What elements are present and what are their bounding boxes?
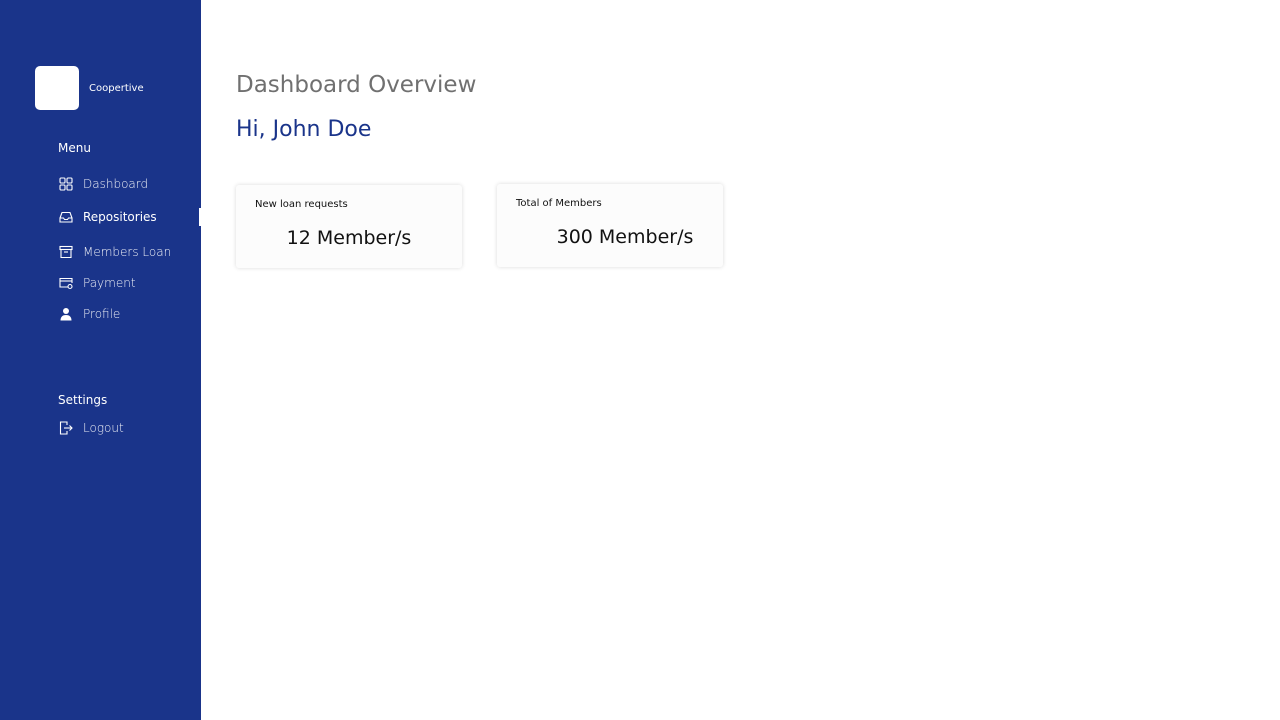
grid-icon <box>58 176 74 192</box>
greeting: Hi, John Doe <box>236 117 372 142</box>
sidebar-item-label: Profile <box>83 307 121 321</box>
card-value: 300 Member/s <box>556 226 694 248</box>
page-title: Dashboard Overview <box>236 72 477 98</box>
stat-card-loan-requests[interactable]: New loan requests 12 Member/s <box>236 185 462 268</box>
sidebar-item-label: Dashboard <box>83 177 149 191</box>
settings-section-title: Settings <box>58 393 108 407</box>
sidebar-item-label: Repositories <box>83 210 157 224</box>
user-icon <box>58 306 74 322</box>
inbox-icon <box>58 209 74 225</box>
sidebar-item-repositories[interactable]: Repositories <box>58 209 157 225</box>
sidebar-item-payment[interactable]: Payment <box>58 275 136 291</box>
sidebar-item-logout[interactable]: Logout <box>58 420 124 436</box>
sidebar-item-label: Members Loan <box>83 245 172 259</box>
sidebar-item-members-loan[interactable]: Members Loan <box>58 244 171 260</box>
sidebar-item-label: Logout <box>83 421 124 435</box>
sidebar: Coopertive Menu Dashboard Repositories M… <box>0 0 202 720</box>
archive-icon <box>58 244 74 260</box>
card-title: Total of Members <box>516 198 602 209</box>
brand[interactable]: Coopertive <box>35 66 144 110</box>
sidebar-item-label: Payment <box>83 276 136 290</box>
card-title: New loan requests <box>255 199 348 210</box>
card-value: 12 Member/s <box>286 227 412 249</box>
payment-card-icon <box>58 275 74 291</box>
stat-card-total-members[interactable]: Total of Members 300 Member/s <box>497 184 723 267</box>
main-content: Dashboard Overview Hi, John Doe New loan… <box>201 0 1280 720</box>
sidebar-item-dashboard[interactable]: Dashboard <box>58 176 148 192</box>
brand-logo <box>35 66 79 110</box>
brand-name: Coopertive <box>89 82 144 94</box>
sidebar-item-profile[interactable]: Profile <box>58 306 120 322</box>
logout-icon <box>58 420 74 436</box>
menu-section-title: Menu <box>58 141 91 155</box>
